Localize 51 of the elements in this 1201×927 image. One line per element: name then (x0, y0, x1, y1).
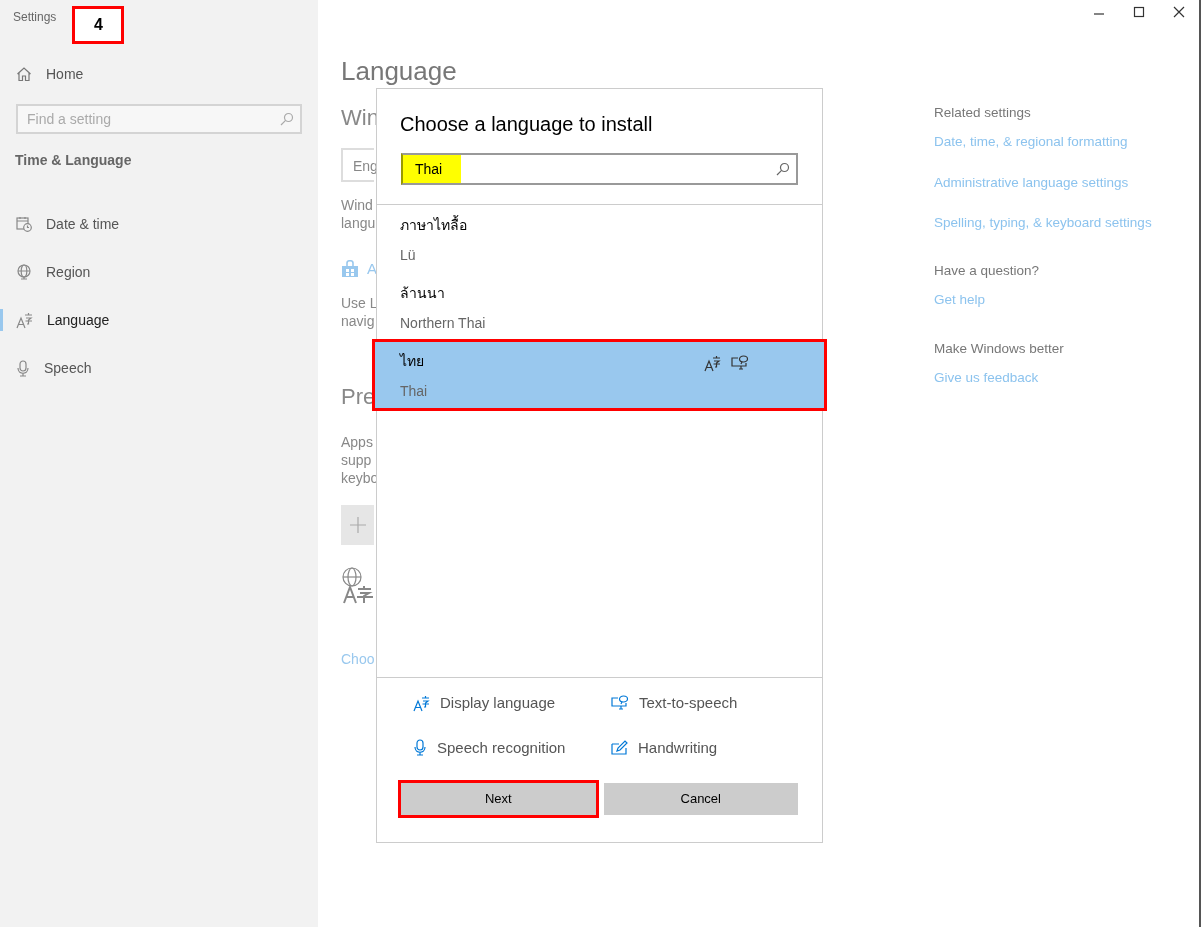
next-button[interactable]: Next (401, 783, 596, 815)
language-icon (16, 311, 33, 329)
feature-label: Handwriting (638, 737, 718, 758)
language-row[interactable]: ไทย Thai (374, 341, 825, 409)
plus-icon (348, 516, 367, 535)
feature-label: Speech recognition (437, 737, 566, 758)
search-icon (280, 112, 294, 126)
sidebar-item[interactable]: Date & time (0, 200, 302, 248)
microphone-icon (16, 359, 30, 377)
feature-label: Display language (440, 693, 556, 713)
section-heading: Time & Language (14, 151, 133, 170)
language-icon (413, 694, 430, 712)
selection-bar (0, 309, 3, 331)
pen-icon (611, 740, 628, 756)
home-label: Home (46, 64, 84, 84)
close-icon[interactable] (1173, 6, 1185, 18)
page-title: Language (341, 55, 457, 88)
calendar-clock-icon (16, 216, 32, 232)
step-number-label: 4 (72, 6, 125, 44)
globe-icon (16, 264, 32, 280)
sidebar-item[interactable]: Speech (0, 344, 302, 392)
search-icon (776, 162, 790, 176)
window-title: Settings (12, 9, 57, 26)
language-search-field[interactable]: Thai (401, 153, 798, 185)
language-icon (704, 355, 721, 372)
home-icon (16, 66, 32, 82)
description-text: Wind langu (341, 195, 377, 232)
language-name: Northern Thai (400, 314, 486, 333)
search-field[interactable]: Find a setting (16, 104, 302, 134)
feature-label: Text-to-speech (639, 693, 738, 713)
globe-language-icon (341, 567, 373, 606)
sidebar-item[interactable]: Language (0, 296, 302, 344)
group-heading: Have a question? (934, 262, 1041, 280)
language-name: Lü (400, 246, 417, 265)
dialog-title: Choose a language to install (399, 112, 654, 137)
maximize-icon[interactable] (1133, 6, 1145, 18)
group-heading: Related settings (934, 104, 1032, 122)
monitor-speech-icon (731, 355, 749, 371)
microphone-icon (413, 739, 427, 757)
language-row[interactable]: ล้านนา Northern Thai (377, 273, 822, 341)
native-name: ล้านนา (400, 284, 446, 303)
monitor-speech-icon (611, 695, 629, 712)
group-heading: Make Windows better (934, 339, 1065, 358)
sidebar-item[interactable]: Region (0, 248, 302, 296)
language-name: Thai (400, 382, 428, 401)
cancel-button[interactable]: Cancel (603, 783, 798, 815)
native-name: ภาษาไทลื้อ (400, 215, 467, 235)
native-name: ไทย (400, 352, 425, 371)
language-row[interactable]: ภาษาไทลื้อ Lü (377, 205, 822, 273)
home-nav-item[interactable]: Home (0, 50, 302, 98)
store-icon (341, 260, 359, 279)
